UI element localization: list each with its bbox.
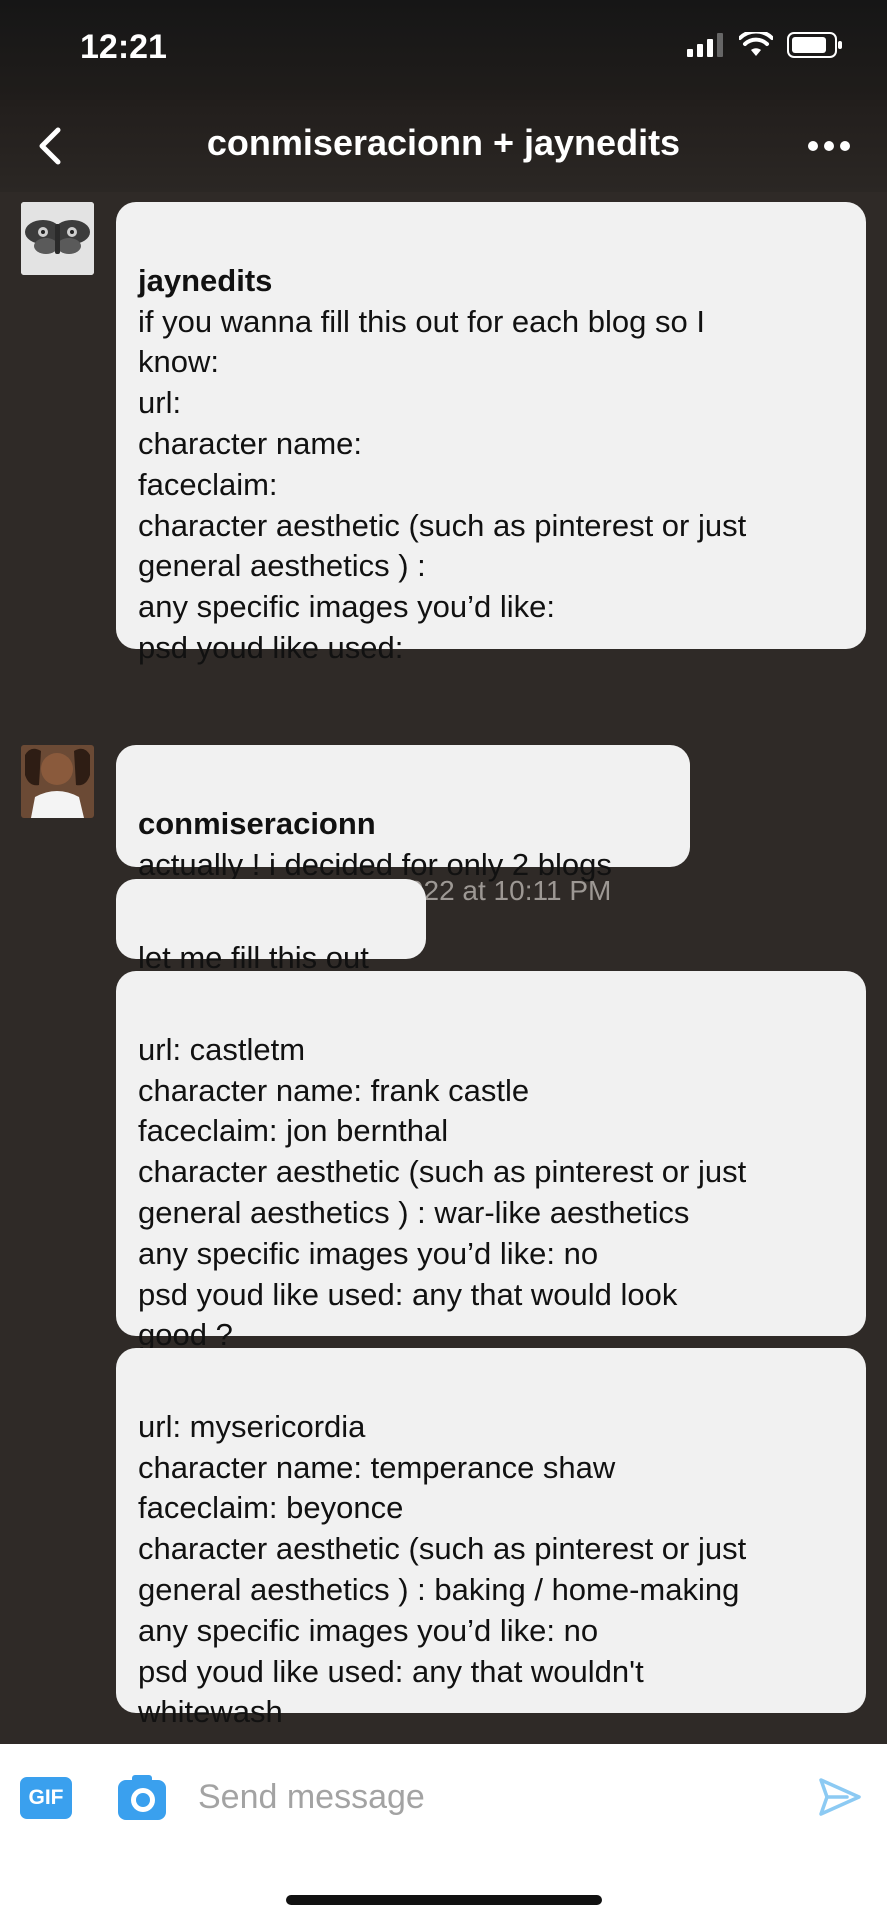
status-bar: 12:21 [0, 0, 887, 100]
conversation-header: conmiseracionn + jaynedits [0, 100, 887, 192]
message-sender: jaynedits [138, 262, 273, 298]
conversation-title: conmiseracionn + jaynedits [206, 122, 681, 163]
message-bubble: url: castletm character name: frank cast… [116, 971, 866, 1352]
avatar-conmiseracionn[interactable] [21, 745, 94, 818]
message-input[interactable] [198, 1772, 798, 1822]
message-sender: conmiseracionn [138, 805, 376, 841]
message-bubble: jaynedits if you wanna fill this out for … [116, 202, 866, 665]
gif-button[interactable]: GIF [20, 1777, 72, 1819]
moth-avatar-image [21, 202, 94, 275]
message-text: if you wanna fill this out for each blog… [138, 303, 747, 665]
wifi-icon [739, 32, 773, 56]
avatar-jaynedits[interactable] [21, 202, 94, 275]
cellular-signal-icon [687, 33, 723, 57]
status-icons [687, 32, 843, 58]
message-thread: jaynedits if you wanna fill this out for … [0, 192, 887, 1742]
message-text: actually ! i decided for only 2 blogs [138, 846, 612, 882]
home-indicator [286, 1895, 602, 1905]
message-composer: GIF [0, 1744, 887, 1920]
message-text: let me fill this out [138, 939, 369, 975]
status-time: 12:21 [80, 28, 167, 66]
battery-icon [787, 32, 842, 58]
more-horizontal-icon[interactable] [801, 124, 857, 168]
profile-photo-image [21, 745, 94, 818]
message-bubble: url: mysericordia character name: temper… [116, 1348, 866, 1729]
message-bubble: conmiseracionn actually ! i decided for o… [116, 745, 690, 882]
message-text: url: mysericordia character name: temper… [138, 1408, 747, 1730]
send-icon[interactable] [817, 1774, 863, 1820]
camera-icon[interactable] [118, 1774, 166, 1820]
message-text: url: castletm character name: frank cast… [138, 1031, 747, 1353]
message-bubble: let me fill this out [116, 879, 426, 975]
